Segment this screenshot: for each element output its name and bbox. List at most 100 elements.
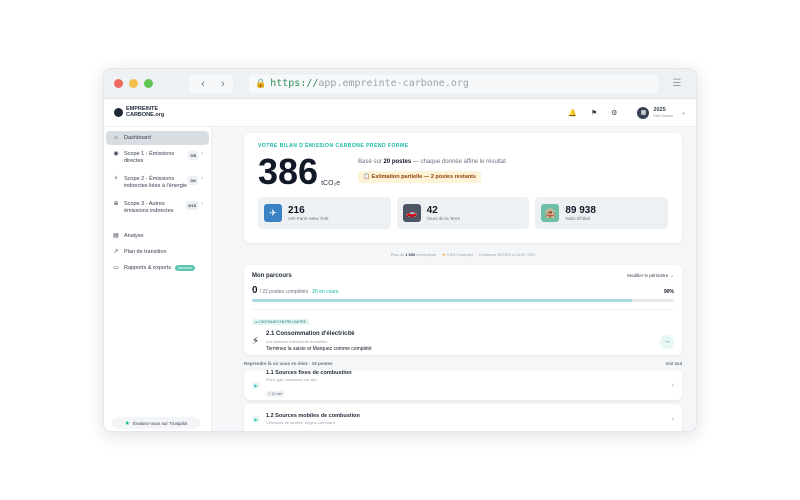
logo-line2: CARBONE.org: [126, 111, 165, 118]
arrow-right-icon[interactable]: →: [660, 334, 674, 349]
nav-buttons: ‹ ›: [189, 74, 233, 93]
chart-icon: ▤: [113, 233, 119, 239]
list-item[interactable]: ▶ 1.2 Sources mobiles de combustion Véhi…: [244, 404, 682, 431]
stat-hotel-nights: 🏨 89 938 Nuits d'hôtel: [535, 197, 669, 229]
home-icon: ⌂: [114, 135, 118, 141]
sidebar: ⌂ Dashboard ◉ Scope 1 - Émissions direct…: [104, 127, 212, 431]
flag-icon[interactable]: ⚑: [591, 109, 597, 117]
item-title: 1.1 Sources fixes de combustion: [266, 370, 352, 376]
main-content: VOTRE BILAN D'ÉMISSION CARBONE PREND FOR…: [212, 127, 696, 431]
stat-value: 216: [288, 205, 305, 216]
sidebar-item-rapports[interactable]: ▭ Rapports & exports Nouveau: [106, 260, 209, 275]
progress-percent: 90%: [663, 289, 674, 295]
url-host: app.empreinte-carbone.org: [318, 78, 469, 89]
sidebar-item-label: Dashboard: [124, 135, 151, 141]
clipboard-icon: 📋: [363, 174, 370, 180]
chevron-right-icon: ›: [201, 151, 203, 157]
next-step-title: 2.1 Consommation d'électricité: [266, 331, 355, 337]
stat-earth-tours: 🚗 42 Tours de la Terre: [396, 197, 530, 229]
item-title: 1.2 Sources mobiles de combustion: [266, 413, 360, 419]
hero-title: VOTRE BILAN D'ÉMISSION CARBONE PREND FOR…: [258, 143, 409, 149]
item-sub: Véhicules de société, engins carburant: [266, 420, 335, 425]
maximize-window-button[interactable]: [144, 79, 153, 88]
in-progress-count: 20 en cours: [312, 289, 339, 295]
globe-icon: ⊕: [113, 201, 119, 207]
scope-progress-badge: 0/2: [188, 176, 198, 185]
continue-tag: ● CONTINUEZ ENTRE LIMITÉE: [252, 319, 309, 325]
lightning-icon: ⚡: [113, 176, 119, 182]
progress-bar: [252, 299, 674, 302]
stat-label: Tours de la Terre: [426, 216, 461, 221]
stat-value: 42: [426, 205, 438, 216]
resume-heading: Reprendre là où vous en étiez · 19 poste…: [244, 361, 333, 366]
item-duration: ⏱ 10 min: [266, 391, 285, 397]
star-icon: ★: [124, 420, 131, 427]
year-sub: Mes Bilans: [653, 112, 673, 118]
document-icon: ▭: [113, 265, 119, 271]
bell-icon[interactable]: 🔔: [568, 109, 577, 117]
modify-scope-link[interactable]: Modifier le périmètre →: [627, 273, 674, 279]
flame-icon: ◉: [113, 151, 119, 157]
play-icon: ▶: [252, 415, 260, 423]
estimate-badge: 📋 Estimation partielle — 2 postes restan…: [358, 171, 482, 183]
browser-window: ‹ › 🔒 https://app.empreinte-carbone.org …: [103, 68, 697, 432]
next-step-hint: Terminez la saisie et Marquez comme comp…: [266, 346, 372, 352]
chevron-right-icon: ›: [201, 201, 203, 207]
lightning-icon: ⚡: [252, 336, 260, 347]
trust-count: 1 000: [405, 252, 416, 257]
journey-title: Mon parcours: [252, 273, 292, 279]
basis-suffix: — chaque donnée affine le résultat: [412, 159, 506, 165]
emissions-unit: tCO₂e: [321, 180, 341, 187]
sidebar-item-label: Scope 3 - Autres émissions indirectes: [124, 201, 174, 214]
see-all-link[interactable]: Voir tout: [665, 361, 682, 366]
year-selector[interactable]: ▦ 2025 Mes Bilans ⌄: [637, 106, 686, 119]
scope-progress-badge: 0/15: [186, 201, 198, 210]
logo[interactable]: EMPREINTE CARBONE.org: [114, 106, 165, 118]
trust-compliance: Conforme BEGES & GHG / ISO: [478, 252, 536, 257]
chevron-right-icon: ›: [201, 176, 203, 182]
sidebar-item-scope1[interactable]: ◉ Scope 1 - Émissions directes 0/5 ›: [106, 146, 209, 170]
equivalence-stats: ✈ 216 A/R Paris–New York 🚗 42 Tours de l…: [258, 197, 669, 229]
sidebar-item-analyse[interactable]: ▤ Analyse: [106, 228, 209, 243]
scope-progress-badge: 0/5: [188, 151, 198, 160]
sidebar-item-plan[interactable]: ↗ Plan de transition: [106, 244, 209, 259]
trust-line: Plus de 1 000 entreprises · ★ 4.9/5 Trus…: [390, 252, 536, 257]
progress-fill: [252, 299, 632, 302]
menu-icon[interactable]: ☰: [668, 75, 686, 93]
chevron-right-icon: ›: [671, 381, 674, 389]
completed-count: 0: [252, 285, 258, 296]
play-icon: ▶: [252, 381, 260, 389]
basis-prefix: Basé sur: [358, 159, 382, 165]
sidebar-item-label: Plan de transition: [124, 248, 167, 255]
sidebar-item-label: Rapports & exports: [124, 264, 172, 271]
list-item[interactable]: ▶ 1.1 Sources fixes de combustion Fioul,…: [244, 370, 682, 400]
trust-prefix: Plus de: [390, 252, 405, 257]
chevron-right-icon[interactable]: ›: [215, 76, 231, 92]
trend-icon: ↗: [113, 249, 119, 255]
trustpilot-label: Évaluez-nous sur Trustpilot: [133, 420, 188, 426]
settings-icon[interactable]: ⚙: [611, 109, 617, 117]
next-step[interactable]: ⚡ 2.1 Consommation d'électricité Vos fac…: [252, 331, 674, 352]
stat-label: A/R Paris–New York: [288, 216, 329, 221]
close-window-button[interactable]: [114, 79, 123, 88]
item-sub: Fioul, gaz, biomasse sur site: [266, 377, 317, 382]
completed-suffix: / 22 postes complétés: [259, 289, 309, 295]
airplane-icon: ✈: [264, 204, 282, 222]
chevron-left-icon[interactable]: ‹: [195, 76, 211, 92]
url-bar[interactable]: 🔒 https://app.empreinte-carbone.org: [249, 74, 658, 93]
sidebar-item-dashboard[interactable]: ⌂ Dashboard: [106, 131, 209, 145]
sidebar-item-label: Scope 1 - Émissions directes: [124, 151, 175, 164]
url-scheme: https://: [270, 78, 319, 89]
sidebar-item-scope3[interactable]: ⊕ Scope 3 - Autres émissions indirectes …: [106, 196, 209, 220]
chevron-right-icon: ›: [671, 415, 674, 423]
chevron-down-icon: ⌄: [680, 110, 686, 116]
stat-flights: ✈ 216 A/R Paris–New York: [258, 197, 391, 229]
minimize-window-button[interactable]: [129, 79, 138, 88]
emission-summary-card: VOTRE BILAN D'ÉMISSION CARBONE PREND FOR…: [244, 133, 682, 243]
estimate-label: Estimation partielle — 2 postes restants: [371, 174, 477, 180]
car-icon: 🚗: [402, 204, 421, 222]
basis-text: Basé sur 20 postes — chaque donnée affin…: [358, 159, 506, 165]
trustpilot-button[interactable]: ★ Évaluez-nous sur Trustpilot: [112, 417, 200, 429]
journey-card: Mon parcours Modifier le périmètre → 0 /…: [244, 265, 682, 355]
sidebar-item-scope2[interactable]: ⚡ Scope 2 - Émissions indirectes liées à…: [106, 171, 209, 195]
